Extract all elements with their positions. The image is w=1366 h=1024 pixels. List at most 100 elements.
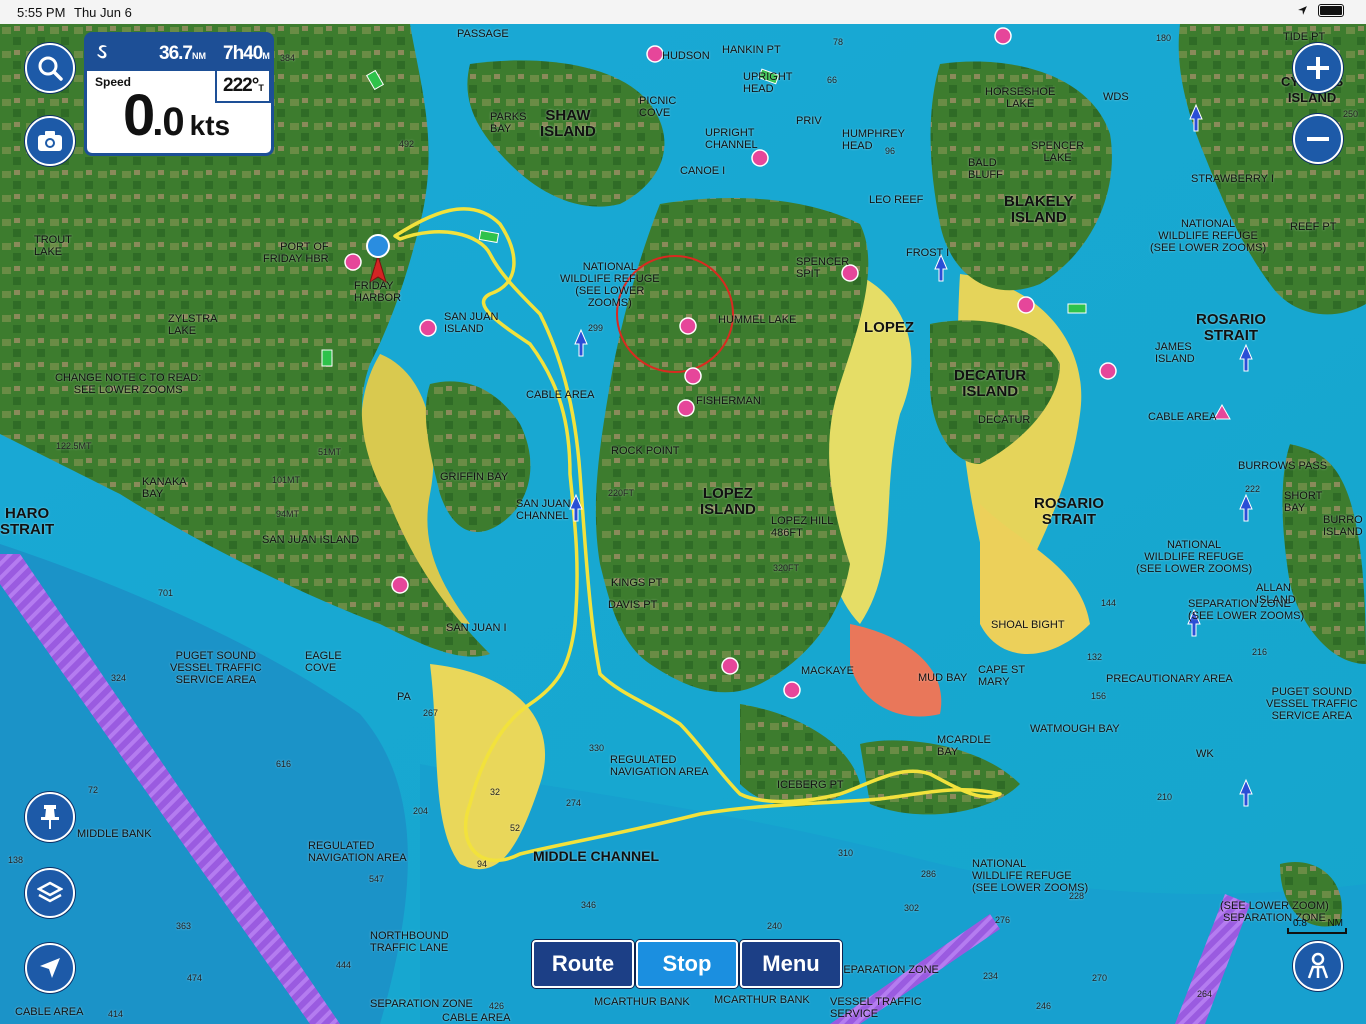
label-frost-i: FROST I bbox=[906, 247, 950, 259]
label-haro-strait: HARO STRAIT bbox=[0, 505, 55, 538]
label-zylstra-lake: ZYLSTRA LAKE bbox=[168, 313, 218, 337]
depth-label: 264 bbox=[1197, 989, 1213, 999]
label-decatur-island: DECATUR ISLAND bbox=[954, 367, 1027, 400]
heading-unit: T bbox=[258, 83, 264, 93]
label-spencer-spit: SPENCER SPIT bbox=[796, 256, 850, 280]
route-button[interactable]: Route bbox=[532, 940, 634, 988]
depth-label: 96 bbox=[885, 146, 896, 156]
depth-label: 216 bbox=[1252, 647, 1268, 657]
eta-value: 7h40 bbox=[223, 43, 263, 64]
depth-label: 204 bbox=[413, 806, 429, 816]
label-wds: WDS bbox=[1103, 91, 1129, 103]
depth-label: 66 bbox=[827, 75, 838, 85]
label-cable-area-2: CABLE AREA bbox=[1148, 411, 1217, 423]
pin-button[interactable] bbox=[25, 792, 75, 842]
speed-whole: 0 bbox=[123, 83, 155, 148]
label-wk: WK bbox=[1196, 748, 1214, 760]
status-date: Thu Jun 6 bbox=[74, 5, 132, 20]
scale-bar bbox=[1287, 928, 1347, 934]
depth-label: 101MT bbox=[272, 475, 301, 485]
label-strawberry: STRAWBERRY I bbox=[1191, 173, 1274, 185]
label-national-wildlife-1: NATIONAL WILDLIFE REFUGE (SEE LOWER ZOOMS) bbox=[560, 261, 660, 309]
label-rock-point: ROCK POINT bbox=[611, 445, 680, 457]
label-change-note: CHANGE NOTE C TO READ: SEE LOWER ZOOMS bbox=[55, 372, 202, 396]
label-reef-pt: REEF PT bbox=[1290, 221, 1337, 233]
depth-label: 72 bbox=[88, 785, 99, 795]
speed-unit: kts bbox=[189, 110, 231, 141]
search-icon bbox=[38, 56, 63, 81]
label-burrows-island: BURRO ISLAND bbox=[1323, 514, 1363, 538]
label-separation-zone-3: SEPARATION ZONE bbox=[370, 998, 473, 1010]
depth-label: 32 bbox=[490, 787, 501, 797]
person-icon bbox=[1307, 952, 1329, 979]
depth-label: 274 bbox=[566, 798, 582, 808]
label-picnic-cove: PICNIC COVE bbox=[639, 95, 677, 119]
trip-dashboard[interactable]: ઽ 36.7NM 7h40M 222°T Speed 0.0 kts bbox=[84, 32, 274, 156]
label-iceberg-pt: ICEBERG PT bbox=[777, 779, 844, 791]
depth-label: 234 bbox=[983, 971, 999, 981]
label-hankin-pt: HANKIN PT bbox=[722, 44, 781, 56]
label-short-bay: SHORT BAY bbox=[1284, 490, 1323, 514]
label-lopez: LOPEZ bbox=[864, 319, 915, 336]
dashboard-header: ઽ 36.7NM 7h40M bbox=[87, 35, 271, 71]
label-eagle-cove: EAGLE COVE bbox=[305, 650, 342, 674]
nautical-map[interactable]: SHAW ISLAND BLAKELY ISLAND DECATUR ISLAND L… bbox=[0, 24, 1366, 1024]
plus-icon bbox=[1307, 57, 1329, 79]
depth-label: 52 bbox=[510, 823, 521, 833]
map-scale: 0.8 NM bbox=[1287, 918, 1347, 934]
distance-readout: 36.7NM bbox=[159, 43, 206, 65]
label-priv: PRIV bbox=[796, 115, 822, 127]
label-cable-area-1: CABLE AREA bbox=[526, 389, 595, 401]
label-port-of-friday: PORT OF FRIDAY HBR bbox=[263, 241, 329, 265]
status-bar: 5:55 PM Thu Jun 6 bbox=[0, 0, 1366, 24]
label-mud-bay: MUD BAY bbox=[918, 672, 968, 684]
depth-label: 299 bbox=[588, 323, 604, 333]
label-hummel-lake: HUMMEL LAKE bbox=[718, 314, 797, 326]
zoom-out-button[interactable] bbox=[1293, 114, 1343, 164]
depth-label: 426 bbox=[489, 1001, 505, 1011]
depth-label: 222 bbox=[1245, 484, 1261, 494]
depth-label: 228 bbox=[1069, 891, 1085, 901]
label-fisherman: FISHERMAN bbox=[696, 395, 761, 407]
stop-button[interactable]: Stop bbox=[636, 940, 738, 988]
label-san-juan-island-small: SAN JUAN ISLAND bbox=[444, 311, 499, 335]
camera-button[interactable] bbox=[25, 116, 75, 166]
search-button[interactable] bbox=[25, 43, 75, 93]
depth-label: 324 bbox=[111, 673, 127, 683]
label-vessel-traffic: VESSEL TRAFFIC SERVICE bbox=[830, 996, 922, 1020]
label-james-island: JAMES ISLAND bbox=[1155, 341, 1195, 365]
label-allan-island: ALLAN ISLAND bbox=[1256, 582, 1296, 606]
depth-label: 547 bbox=[369, 874, 385, 884]
depth-label: 330 bbox=[589, 743, 605, 753]
pin-marker-icon[interactable] bbox=[366, 234, 390, 258]
label-upright-channel: UPRIGHT CHANNEL bbox=[705, 127, 758, 151]
layers-button[interactable] bbox=[25, 868, 75, 918]
depth-label: 474 bbox=[187, 973, 203, 983]
label-kanaka-bay: KANAKA BAY bbox=[142, 476, 187, 500]
camera-icon bbox=[38, 131, 62, 151]
account-button[interactable] bbox=[1293, 941, 1343, 991]
label-burrows-pass: BURROWS PASS bbox=[1238, 460, 1328, 472]
depth-label: 94 bbox=[477, 859, 488, 869]
label-upright-head: UPRIGHT HEAD bbox=[743, 71, 793, 95]
speed-decimal: .0 bbox=[152, 100, 184, 144]
label-hudson: HUDSON bbox=[662, 50, 710, 62]
zoom-in-button[interactable] bbox=[1293, 43, 1343, 93]
label-regulated-nav: REGULATED NAVIGATION AREA bbox=[610, 754, 709, 778]
bottom-toolbar: Route Stop Menu bbox=[532, 940, 842, 988]
menu-button[interactable]: Menu bbox=[740, 940, 842, 988]
location-arrow-icon bbox=[1298, 6, 1307, 15]
depth-label: 144 bbox=[1101, 598, 1117, 608]
depth-label: 701 bbox=[158, 588, 174, 598]
label-kings-pt: KINGS PT bbox=[611, 577, 663, 589]
locate-button[interactable] bbox=[25, 943, 75, 993]
label-bald-bluff: BALD BLUFF bbox=[968, 157, 1003, 181]
depth-label: 414 bbox=[108, 1009, 124, 1019]
label-puget-sound-east: PUGET SOUND VESSEL TRAFFIC SERVICE AREA bbox=[1266, 686, 1358, 722]
depth-label: 302 bbox=[904, 903, 920, 913]
label-rosario-strait-south: ROSARIO STRAIT bbox=[1034, 495, 1105, 528]
pin-icon bbox=[41, 805, 59, 829]
label-national-wildlife-3: NATIONAL WILDLIFE REFUGE (SEE LOWER ZOOMS) bbox=[1136, 539, 1253, 575]
label-shoal-bight: SHOAL BIGHT bbox=[991, 619, 1065, 631]
depth-label: 363 bbox=[176, 921, 192, 931]
